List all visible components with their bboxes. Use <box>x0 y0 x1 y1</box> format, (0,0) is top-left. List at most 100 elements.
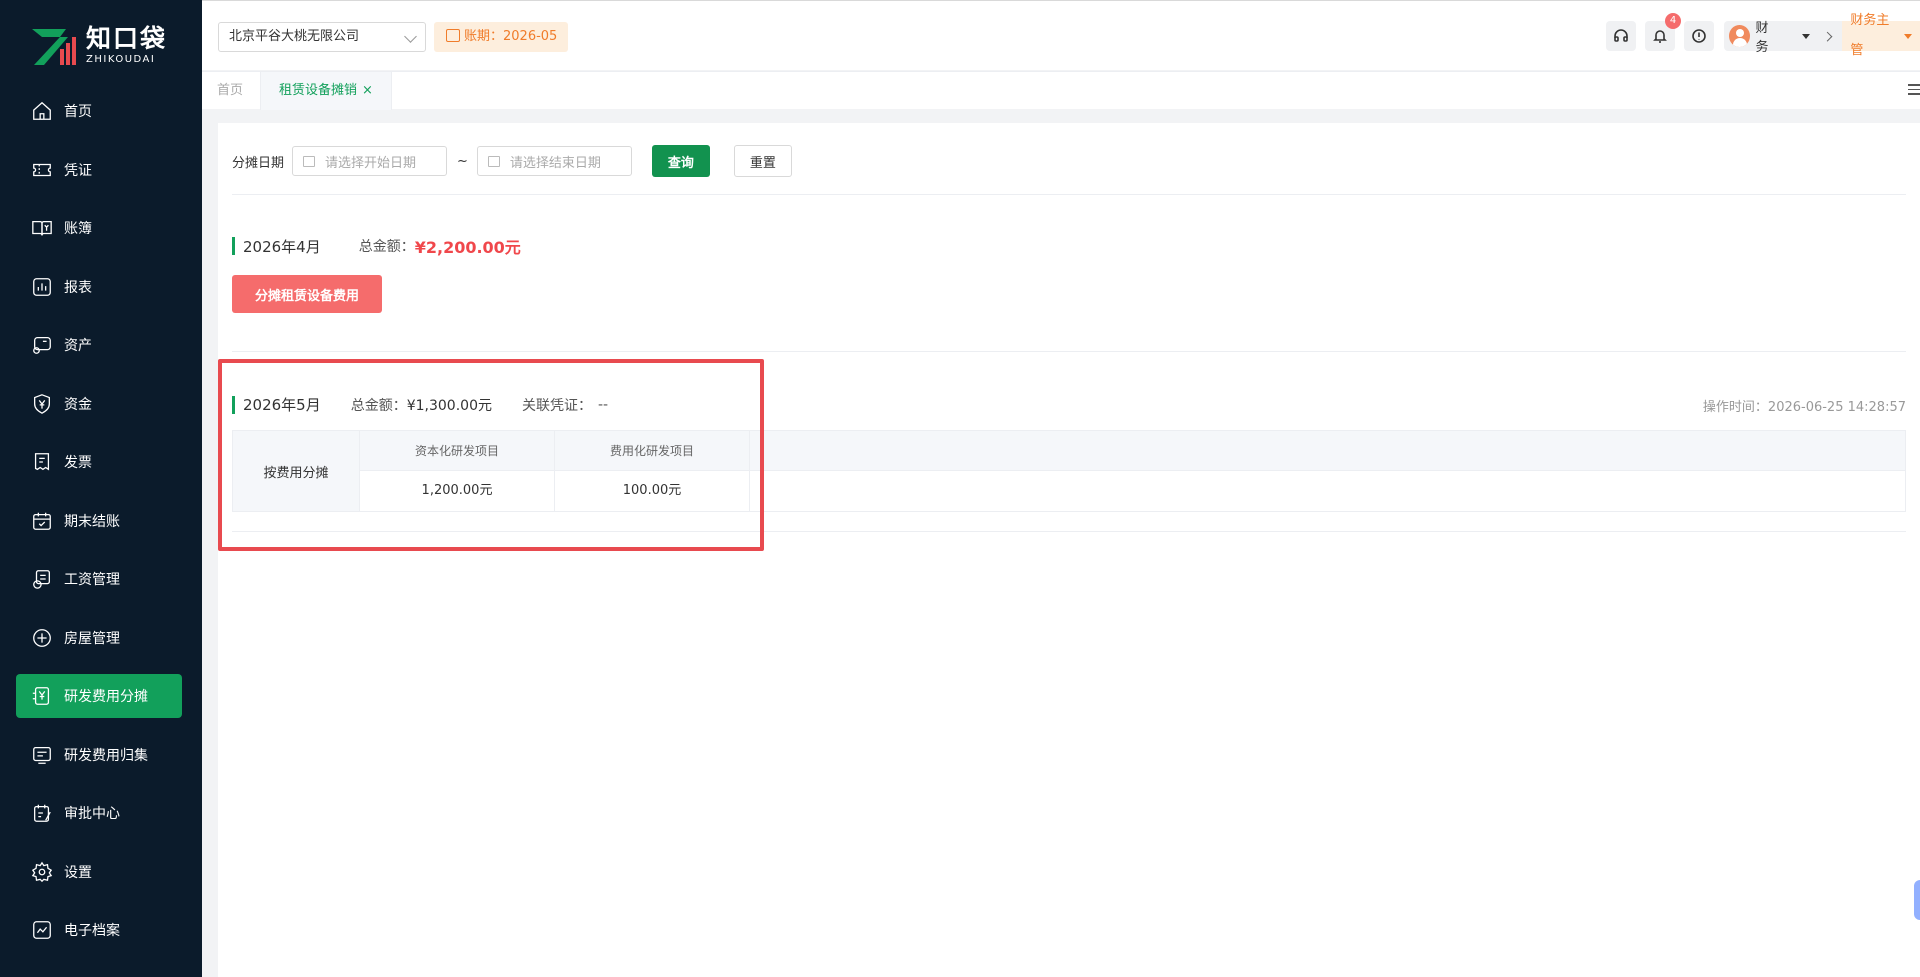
company-name: 北京平谷大桃无限公司 <box>229 29 360 44</box>
period-text: 账期：2026-05 <box>464 29 558 44</box>
row-label-cell: 按费用分摊 <box>233 431 360 511</box>
calendar-icon <box>446 29 460 42</box>
operation-time: 操作时间：2026-06-25 14:28:57 <box>1702 400 1906 415</box>
chevron-right-icon <box>1822 31 1832 41</box>
tab-bar: 首页 租赁设备摊销 × <box>202 71 1920 110</box>
april-section-title: 2026年4月 总金额： ¥2,200.00元 <box>232 234 521 258</box>
logo-mark-icon <box>30 25 76 67</box>
sidebar-item-ledger[interactable]: 账簿 <box>16 206 182 250</box>
sidebar-item-label: 发票 <box>64 455 92 471</box>
bell-icon <box>1653 30 1667 43</box>
tab-home[interactable]: 首页 <box>217 72 243 110</box>
tab-list-icon[interactable] <box>1908 84 1920 98</box>
caret-down-icon <box>1904 33 1912 39</box>
divider <box>232 194 1906 195</box>
info-icon <box>1692 29 1706 43</box>
sidebar-item-fund[interactable]: 资金 <box>16 382 182 426</box>
top-header: 北京平谷大桃无限公司 账期：2026-05 4 财务 财务主管 <box>202 0 1920 70</box>
approval-icon <box>30 801 54 825</box>
tab-lease-amortization[interactable]: 租赁设备摊销 × <box>260 72 392 110</box>
support-headset-button[interactable] <box>1606 21 1636 51</box>
yuan-shield-icon <box>30 392 54 416</box>
gear-icon <box>30 860 54 884</box>
sidebar-item-label: 期末结账 <box>64 513 120 530</box>
notification-button[interactable]: 4 <box>1645 13 1681 51</box>
sidebar-item-label: 研发费用分摊 <box>64 689 148 705</box>
company-select[interactable]: 北京平谷大桃无限公司 <box>218 22 426 52</box>
sidebar-item-home[interactable]: 首页 <box>16 89 182 133</box>
sidebar-item-invoice[interactable]: 发票 <box>16 440 182 484</box>
sidebar-item-label: 设置 <box>64 864 92 881</box>
info-button[interactable] <box>1684 21 1714 51</box>
tab-label: 租赁设备摊销 <box>279 83 358 98</box>
filter-label: 分摊日期 <box>232 155 285 171</box>
range-separator: ~ <box>457 153 468 169</box>
home-icon <box>30 99 54 123</box>
sidebar-item-label: 首页 <box>64 104 92 120</box>
may-total-value: ¥1,300.00元 <box>406 397 492 414</box>
sidebar-item-asset[interactable]: 资产 <box>16 323 182 367</box>
sidebar-item-period-close[interactable]: 期末结账 <box>16 499 182 543</box>
close-icon[interactable]: × <box>362 83 373 98</box>
notification-badge: 4 <box>1665 13 1681 29</box>
sidebar-item-label: 资产 <box>64 338 92 354</box>
may-voucher-label: 关联凭证： <box>521 397 592 414</box>
calendar-icon <box>303 155 316 167</box>
sidebar-item-label: 账簿 <box>64 221 92 237</box>
floating-side-handle[interactable] <box>1914 880 1920 920</box>
house-icon <box>30 626 54 650</box>
sidebar-item-report[interactable]: 报表 <box>16 265 182 309</box>
end-date-placeholder: 请选择结束日期 <box>509 155 601 171</box>
caret-down-icon <box>1801 33 1810 39</box>
invoice-icon <box>30 450 54 474</box>
sidebar-item-label: 审批中心 <box>64 806 120 822</box>
brand-name-en: ZHIKOUDAI <box>86 54 156 65</box>
brand-name-cn: 知口袋 <box>86 24 168 53</box>
role-select[interactable]: 财务主管 <box>1842 13 1920 58</box>
start-date-placeholder: 请选择开始日期 <box>325 155 417 171</box>
sidebar-nav: 首页 凭证 账簿 报表 资产 资金 发票 期末结账 工资管理 房屋管理 研发费用… <box>16 89 182 967</box>
sidebar-item-salary[interactable]: 工资管理 <box>16 557 182 601</box>
may-month: 2026年5月 <box>243 396 321 414</box>
sidebar-item-label: 资金 <box>64 396 92 413</box>
sidebar-item-label: 研发费用归集 <box>64 747 148 764</box>
sidebar-item-archive[interactable]: 电子档案 <box>16 908 182 952</box>
calendar-check-icon <box>30 509 54 533</box>
sidebar-item-label: 房屋管理 <box>64 630 120 647</box>
sidebar-item-rd-allocate[interactable]: 研发费用分摊 <box>16 674 182 718</box>
sidebar-item-label: 凭证 <box>64 162 92 179</box>
value-expensed: 100.00元 <box>555 471 750 511</box>
sidebar: 知口袋 ZHIKOUDAI 首页 凭证 账簿 报表 资产 资金 发票 期末结账 … <box>0 0 202 977</box>
sidebar-item-settings[interactable]: 设置 <box>16 850 182 894</box>
sidebar-item-house[interactable]: 房屋管理 <box>16 616 182 660</box>
april-total-value: ¥2,200.00元 <box>414 238 521 257</box>
allocate-lease-expense-button[interactable]: 分摊租赁设备费用 <box>232 275 382 313</box>
accent-bar <box>232 395 235 414</box>
headset-icon <box>1614 29 1628 42</box>
rd-collect-icon <box>30 743 54 767</box>
reset-button[interactable]: 重置 <box>733 145 792 177</box>
user-name: 财务 <box>1755 21 1769 55</box>
voucher-icon <box>30 158 54 182</box>
column-header-expensed: 费用化研发项目 <box>555 431 750 471</box>
divider <box>232 351 1906 352</box>
period-badge[interactable]: 账期：2026-05 <box>434 22 568 52</box>
divider <box>232 531 1906 532</box>
start-date-input[interactable]: 请选择开始日期 <box>292 146 448 176</box>
sidebar-item-approval[interactable]: 审批中心 <box>16 791 182 835</box>
report-chart-icon <box>30 275 54 299</box>
end-date-input[interactable]: 请选择结束日期 <box>476 146 632 176</box>
query-button[interactable]: 查询 <box>651 145 710 177</box>
asset-icon <box>30 333 54 357</box>
may-total-label: 总金额： <box>350 397 407 414</box>
sidebar-item-voucher[interactable]: 凭证 <box>16 148 182 192</box>
user-menu[interactable]: 财务 财务主管 <box>1724 13 1920 58</box>
value-capitalized: 1,200.00元 <box>360 471 555 511</box>
may-section-title: 2026年5月 总金额： ¥1,300.00元 关联凭证： -- <box>232 394 608 415</box>
sidebar-item-rd-collect[interactable]: 研发费用归集 <box>16 733 182 777</box>
sidebar-item-label: 报表 <box>64 279 92 296</box>
may-voucher-value[interactable]: -- <box>598 397 608 413</box>
sidebar-item-label: 工资管理 <box>64 572 120 588</box>
brand-logo[interactable]: 知口袋 ZHIKOUDAI <box>30 22 167 70</box>
ledger-book-icon <box>30 216 54 240</box>
